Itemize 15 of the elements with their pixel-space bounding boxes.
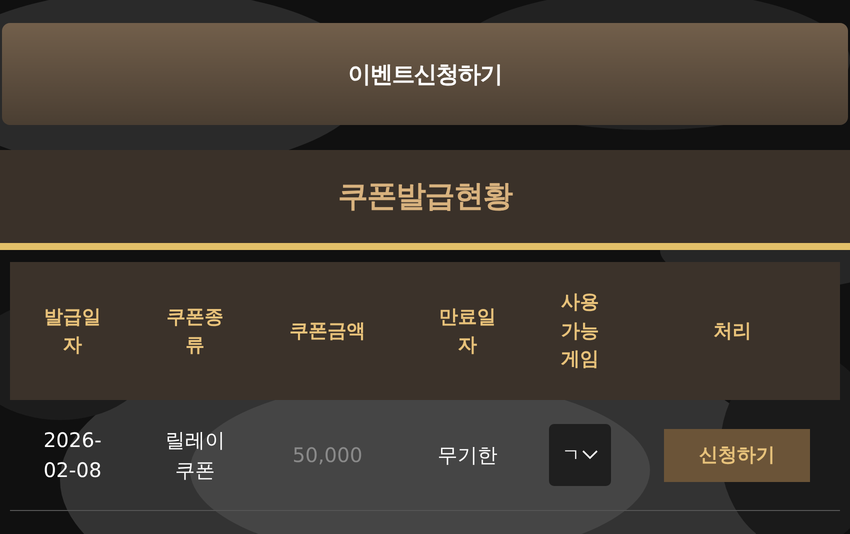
- column-header: 사용가능게임: [560, 290, 600, 372]
- chevron-down-icon: [582, 450, 598, 460]
- apply-button[interactable]: 신청하기: [664, 428, 810, 482]
- game-select[interactable]: ㄱ: [549, 424, 611, 486]
- column-header: 발급일자: [43, 304, 102, 358]
- table-cell-text: 릴레이쿠폰: [164, 427, 226, 484]
- table-cell-text: 50,000: [292, 442, 362, 469]
- table-cell-text: 무기한: [438, 442, 498, 469]
- event-apply-button[interactable]: 이벤트신청하기: [2, 23, 848, 125]
- column-header: 처리: [714, 318, 752, 344]
- section-title: 쿠폰발급현황: [338, 178, 512, 216]
- table-cell-text: 2026-02-08: [42, 427, 103, 484]
- column-header: 쿠폰종류: [166, 304, 224, 358]
- column-header: 쿠폰금액: [290, 318, 366, 344]
- column-header: 만료일자: [438, 304, 497, 358]
